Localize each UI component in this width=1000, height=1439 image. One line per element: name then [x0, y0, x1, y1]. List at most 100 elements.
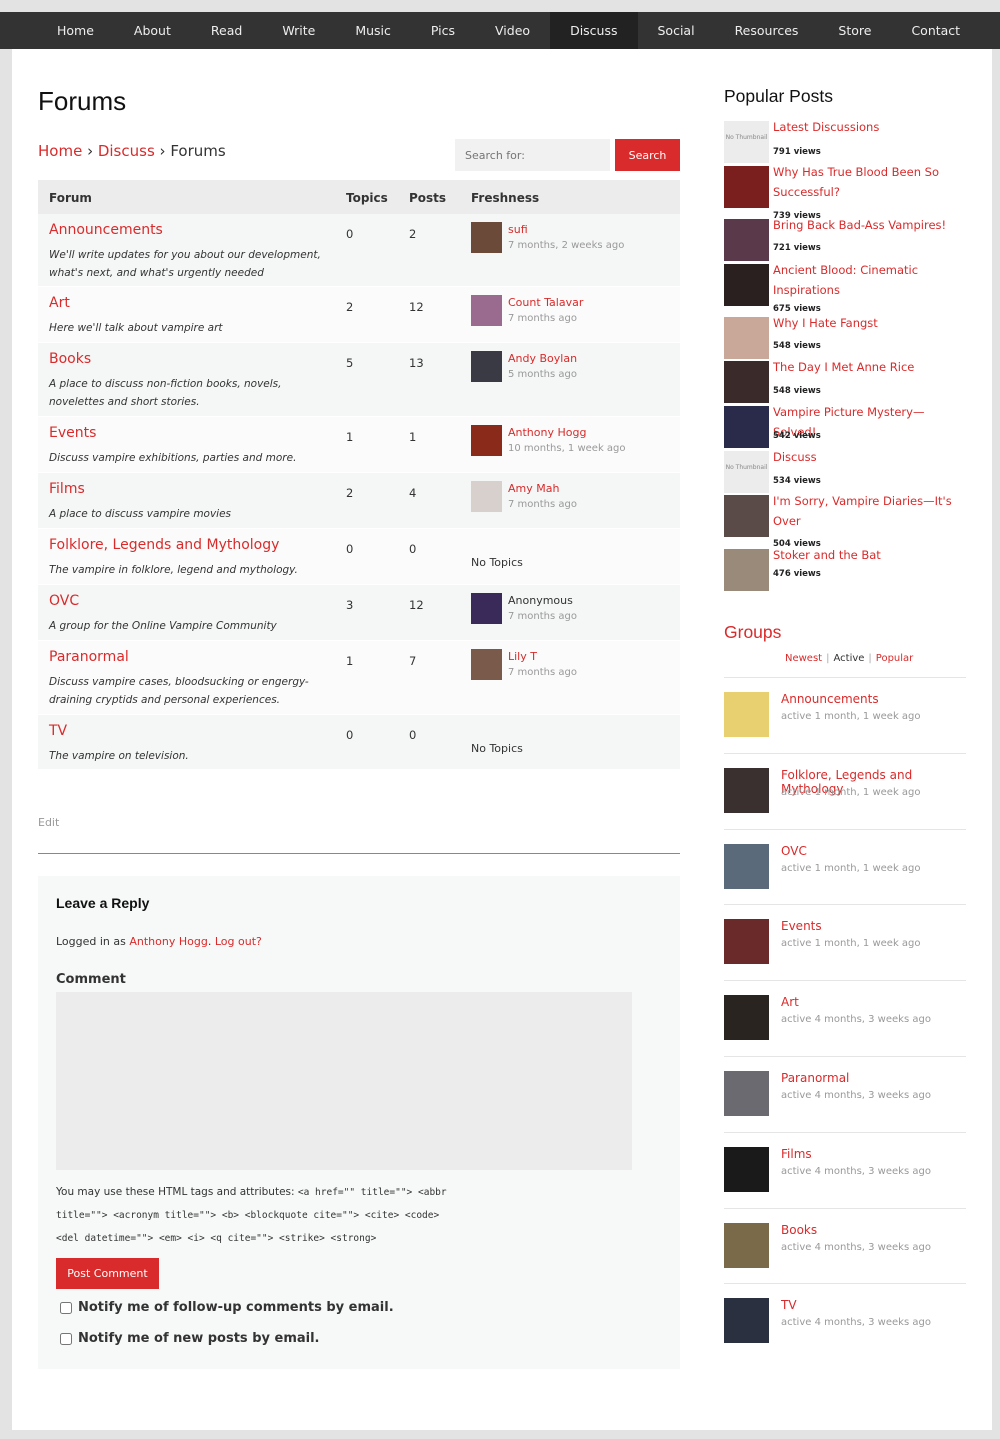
nav-item-write[interactable]: Write: [262, 12, 335, 49]
post-thumbnail[interactable]: [724, 166, 769, 208]
forum-name-link[interactable]: Events: [49, 425, 96, 441]
forum-description: We'll write updates for you about our de…: [49, 249, 321, 279]
group-item: Events active 1 month, 1 week ago: [724, 904, 966, 980]
freshness-user[interactable]: Count Talavar: [508, 296, 583, 309]
groups-tab-newest[interactable]: Newest: [785, 653, 822, 664]
nav-item-about[interactable]: About: [114, 12, 191, 49]
forum-name-link[interactable]: Films: [49, 481, 85, 497]
group-avatar[interactable]: [724, 692, 769, 737]
freshness-time[interactable]: 5 months ago: [508, 369, 577, 380]
forum-name-link[interactable]: Art: [49, 295, 70, 311]
nav-item-home[interactable]: Home: [37, 12, 114, 49]
groups-tab-popular[interactable]: Popular: [876, 653, 914, 664]
logged-user-link[interactable]: Anthony Hogg: [129, 935, 207, 948]
group-name-link[interactable]: Paranormal: [781, 1071, 849, 1085]
breadcrumb-discuss-link[interactable]: Discuss: [98, 142, 155, 160]
freshness-time[interactable]: 7 months ago: [508, 313, 577, 324]
post-thumbnail[interactable]: No Thumbnail: [724, 121, 769, 163]
freshness-time[interactable]: 7 months, 2 weeks ago: [508, 240, 624, 251]
forum-name-link[interactable]: Folklore, Legends and Mythology: [49, 537, 279, 553]
nav-item-pics[interactable]: Pics: [411, 12, 475, 49]
logout-link[interactable]: Log out?: [215, 935, 262, 948]
nav-item-contact[interactable]: Contact: [891, 12, 980, 49]
popular-post-link[interactable]: Ancient Blood: Cinematic Inspirations: [773, 261, 963, 300]
post-thumbnail[interactable]: [724, 406, 769, 448]
group-avatar[interactable]: [724, 995, 769, 1041]
notify-posts-input[interactable]: [60, 1332, 72, 1345]
post-thumbnail[interactable]: [724, 361, 769, 403]
group-name-link[interactable]: OVC: [781, 844, 807, 858]
nav-item-social[interactable]: Social: [638, 12, 715, 49]
post-thumbnail[interactable]: [724, 495, 769, 537]
group-name-link[interactable]: Books: [781, 1223, 817, 1237]
popular-post-link[interactable]: Stoker and the Bat: [773, 546, 963, 566]
post-thumbnail[interactable]: [724, 219, 769, 261]
search-button[interactable]: Search: [615, 139, 680, 171]
group-name-link[interactable]: Events: [781, 919, 822, 933]
group-name-link[interactable]: Art: [781, 995, 799, 1009]
user-avatar[interactable]: [471, 222, 502, 253]
forum-row: TV The vampire on television. 0 0 No Topics: [38, 715, 680, 770]
user-avatar[interactable]: [471, 425, 502, 456]
freshness-time[interactable]: 7 months ago: [508, 499, 577, 510]
group-avatar[interactable]: [724, 1222, 769, 1268]
nav-item-read[interactable]: Read: [191, 12, 262, 49]
nav-item-discuss[interactable]: Discuss: [550, 12, 638, 49]
post-thumbnail[interactable]: No Thumbnail: [724, 451, 769, 493]
group-activity-time: active 1 month, 1 week ago: [781, 938, 921, 950]
breadcrumb-home-link[interactable]: Home: [38, 142, 82, 160]
popular-post-link[interactable]: The Day I Met Anne Rice: [773, 358, 963, 378]
group-name-link[interactable]: Announcements: [781, 692, 879, 706]
popular-post-link[interactable]: Why I Hate Fangst: [773, 314, 963, 334]
forum-topic-count: 0: [346, 227, 354, 241]
group-name-link[interactable]: Films: [781, 1147, 812, 1161]
comment-textarea[interactable]: [56, 992, 632, 1170]
nav-item-video[interactable]: Video: [475, 12, 550, 49]
user-avatar[interactable]: [471, 351, 502, 382]
forum-name-link[interactable]: Paranormal: [49, 649, 129, 665]
notify-comments-input[interactable]: [60, 1301, 72, 1314]
edit-link[interactable]: Edit: [38, 816, 59, 829]
notify-comments-checkbox[interactable]: Notify me of follow-up comments by email…: [60, 1300, 394, 1315]
nav-item-resources[interactable]: Resources: [715, 12, 819, 49]
popular-post-link[interactable]: Discuss: [773, 448, 963, 468]
forum-name-link[interactable]: OVC: [49, 593, 79, 609]
user-avatar[interactable]: [471, 295, 502, 326]
group-avatar[interactable]: [724, 767, 769, 813]
user-avatar[interactable]: [471, 481, 502, 512]
forum-name-link[interactable]: Announcements: [49, 222, 163, 238]
groups-tab-active[interactable]: Active: [833, 653, 864, 664]
popular-post-link[interactable]: Bring Back Bad-Ass Vampires!: [773, 216, 963, 236]
forum-name-link[interactable]: TV: [49, 723, 67, 739]
freshness-user[interactable]: Amy Mah: [508, 482, 559, 495]
freshness-user[interactable]: Andy Boylan: [508, 352, 577, 365]
group-avatar[interactable]: [724, 1298, 769, 1344]
notify-posts-checkbox[interactable]: Notify me of new posts by email.: [60, 1331, 320, 1346]
forum-search-input[interactable]: [455, 139, 610, 171]
post-thumbnail[interactable]: [724, 264, 769, 306]
popular-post-link[interactable]: I'm Sorry, Vampire Diaries—It's Over: [773, 492, 963, 531]
popular-post-link[interactable]: Why Has True Blood Been So Successful?: [773, 163, 963, 202]
nav-item-music[interactable]: Music: [335, 12, 411, 49]
user-avatar[interactable]: [471, 593, 502, 624]
post-thumbnail[interactable]: [724, 549, 769, 591]
user-avatar[interactable]: [471, 649, 502, 680]
post-thumbnail[interactable]: [724, 317, 769, 359]
no-topics-text: No Topics: [471, 742, 523, 755]
group-avatar[interactable]: [724, 919, 769, 965]
freshness-user[interactable]: Anthony Hogg: [508, 426, 586, 439]
group-avatar[interactable]: [724, 843, 769, 889]
group-avatar[interactable]: [724, 1071, 769, 1116]
freshness-user[interactable]: Lily T: [508, 650, 537, 663]
freshness-user[interactable]: sufi: [508, 223, 528, 236]
nav-item-store[interactable]: Store: [818, 12, 891, 49]
freshness-time[interactable]: 10 months, 1 week ago: [508, 443, 626, 454]
forum-name-link[interactable]: Books: [49, 351, 91, 367]
popular-post-link[interactable]: Latest Discussions: [773, 118, 963, 138]
group-avatar[interactable]: [724, 1146, 769, 1192]
group-name-link[interactable]: TV: [781, 1298, 797, 1312]
forum-description: Discuss vampire exhibitions, parties and…: [49, 452, 297, 464]
freshness-time[interactable]: 7 months ago: [508, 667, 577, 678]
post-comment-button[interactable]: Post Comment: [56, 1258, 159, 1289]
freshness-time[interactable]: 7 months ago: [508, 611, 577, 622]
